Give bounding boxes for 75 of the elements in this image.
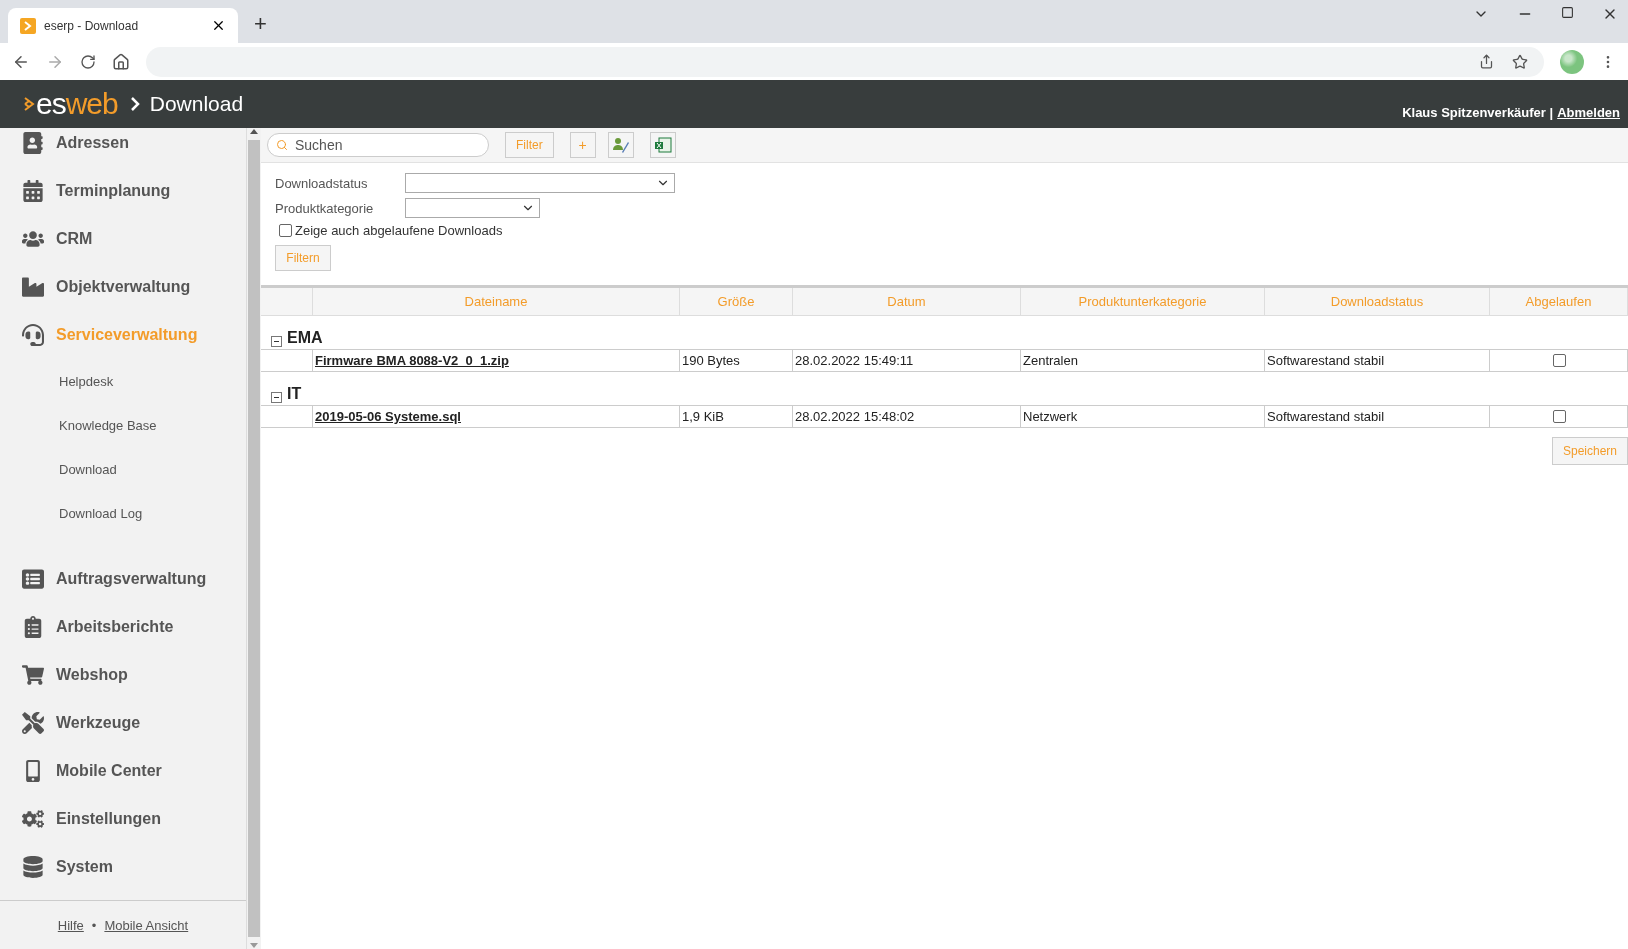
file-link[interactable]: 2019-05-06 Systeme.sql <box>315 409 461 424</box>
tab-title: eserp - Download <box>44 18 140 33</box>
list-icon <box>22 568 44 590</box>
collapse-icon[interactable] <box>271 336 282 347</box>
mobile-view-link[interactable]: Mobile Ansicht <box>104 917 189 933</box>
checkbox[interactable] <box>1553 410 1566 423</box>
scrollbar-thumb[interactable] <box>248 140 260 937</box>
table-cell: Zentralen <box>1021 350 1265 372</box>
search-field[interactable]: Suchen <box>267 133 489 157</box>
checkbox[interactable] <box>1553 354 1566 367</box>
sidebar-item[interactable]: Mobile Center <box>0 747 246 795</box>
sidebar-item[interactable]: Werkzeuge <box>0 699 246 747</box>
checkbox-label: Zeige auch abgelaufene Downloads <box>295 223 503 238</box>
group-name: EMA <box>287 329 323 347</box>
maximize-icon[interactable] <box>1561 6 1574 19</box>
table-cell: 28.02.2022 15:48:02 <box>793 406 1021 428</box>
user-name: Klaus Spitzenverkäufer | <box>1402 105 1554 120</box>
sidebar-item[interactable]: Auftragsverwaltung <box>0 555 246 603</box>
file-link[interactable]: Firmware BMA 8088-V2_0_1.zip <box>315 353 509 368</box>
collapse-icon[interactable] <box>271 392 282 403</box>
sidebar-item[interactable]: Objektverwaltung <box>0 263 246 311</box>
excel-export-button[interactable] <box>649 132 676 158</box>
sidebar-item[interactable]: System <box>0 843 246 891</box>
separator: • <box>91 917 97 933</box>
sidebar-item[interactable]: Einstellungen <box>0 795 246 843</box>
logo: esweb <box>24 87 118 121</box>
people-icon <box>611 136 630 154</box>
tools-icon <box>22 712 44 734</box>
logout-link[interactable]: Abmelden <box>1557 105 1620 120</box>
sidebar-item[interactable]: Arbeitsberichte <box>0 603 246 651</box>
new-tab-button[interactable]: + <box>254 11 267 37</box>
table-cell: 1,9 KiB <box>680 406 793 428</box>
checkbox[interactable] <box>279 224 292 237</box>
favicon-icon <box>20 17 36 34</box>
table-cell: Softwarestand stabil <box>1265 406 1490 428</box>
sidebar-subitem[interactable]: Helpdesk <box>0 359 246 403</box>
sidebar-item[interactable]: CRM <box>0 215 246 263</box>
clipboard-icon <box>22 616 44 638</box>
table-cell: 28.02.2022 15:49:11 <box>793 350 1021 372</box>
spreadsheet-icon <box>653 137 672 153</box>
cart-icon <box>22 664 44 686</box>
home-icon[interactable] <box>112 52 130 71</box>
share-icon[interactable] <box>1479 54 1494 69</box>
star-icon[interactable] <box>1512 53 1528 70</box>
database-icon <box>22 856 44 878</box>
sidebar-subitem[interactable]: Download <box>0 447 246 491</box>
field-label: Downloadstatus <box>275 175 369 191</box>
reload-icon[interactable] <box>80 53 96 70</box>
factory-icon <box>22 276 44 298</box>
dropdown-field[interactable] <box>405 173 675 193</box>
browser-tab[interactable]: eserp - Download <box>8 8 238 43</box>
sidebar-item[interactable]: Adressen <box>0 119 246 167</box>
sidebar-item[interactable]: Webshop <box>0 651 246 699</box>
breadcrumb: Download <box>149 92 244 116</box>
close-icon[interactable] <box>211 18 226 33</box>
table-cell: 190 Bytes <box>680 350 793 372</box>
search-icon <box>276 139 288 151</box>
group-row[interactable]: EMA <box>261 316 1628 350</box>
sidebar-subitem[interactable]: Knowledge Base <box>0 403 246 447</box>
table-cell: Softwarestand stabil <box>1265 350 1490 372</box>
field-label: Produktkategorie <box>275 200 375 216</box>
sidebar-item[interactable]: Terminplanung <box>0 167 246 215</box>
group-row[interactable]: IT <box>261 372 1628 406</box>
help-link[interactable]: Hilfe <box>57 917 84 933</box>
group-name: IT <box>287 385 302 403</box>
dropdown-field[interactable] <box>405 198 540 218</box>
address-book-icon <box>22 132 44 154</box>
settings-icon <box>22 808 44 830</box>
assign-button[interactable] <box>607 132 634 158</box>
calendar-icon <box>22 180 44 202</box>
headset-icon <box>22 324 44 346</box>
scroll-down-icon[interactable] <box>250 943 258 949</box>
people-icon <box>22 228 44 250</box>
table-cell: Netzwerk <box>1021 406 1265 428</box>
sidebar-subitem[interactable]: Download Log <box>0 491 246 535</box>
